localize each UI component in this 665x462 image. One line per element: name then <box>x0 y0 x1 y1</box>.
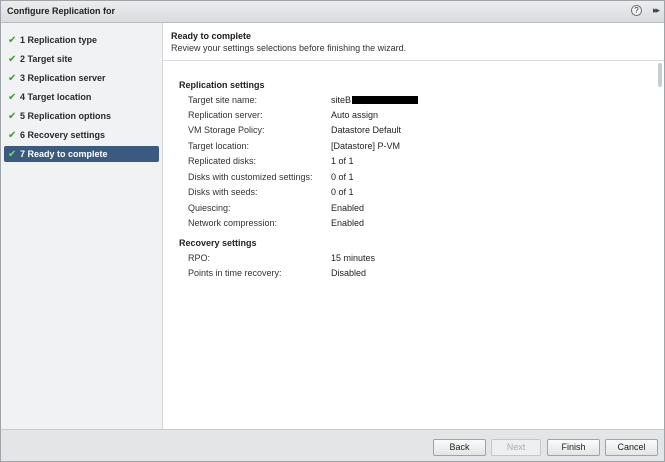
wizard-steps-sidebar: ✔ 1 Replication type ✔ 2 Target site ✔ 3 Re… <box>1 23 163 429</box>
setting-row-points-in-time: Points in time recovery: Disabled <box>188 268 488 280</box>
setting-label: Quiescing: <box>188 203 231 213</box>
setting-row-disks-with-seeds: Disks with seeds: 0 of 1 <box>188 187 488 199</box>
cancel-button[interactable]: Cancel <box>605 439 658 456</box>
setting-value: [Datastore] P-VM <box>331 141 401 151</box>
setting-label: Disks with seeds: <box>188 187 258 197</box>
back-button[interactable]: Back <box>433 439 486 456</box>
step-label: 4 Target location <box>20 92 92 102</box>
setting-label: Replication server: <box>188 110 263 120</box>
setting-value: Disabled <box>331 268 367 278</box>
step-label: 2 Target site <box>20 54 73 64</box>
setting-row-disks-customized: Disks with customized settings: 0 of 1 <box>188 172 488 184</box>
sidebar-step-target-site[interactable]: ✔ 2 Target site <box>4 51 159 67</box>
step-label: 3 Replication server <box>20 73 106 83</box>
sidebar-step-replication-type[interactable]: ✔ 1 Replication type <box>4 32 159 48</box>
setting-label: Points in time recovery: <box>188 268 282 278</box>
dialog-titlebar: Configure Replication for ? ▸▸ <box>1 1 664 23</box>
wizard-content-pane: Ready to complete Review your settings s… <box>163 23 664 429</box>
setting-value: Datastore Default <box>331 125 402 135</box>
setting-value: 0 of 1 <box>331 172 354 182</box>
redaction-bar <box>352 96 419 104</box>
setting-row-quiescing: Quiescing: Enabled <box>188 203 488 215</box>
recovery-settings-heading: Recovery settings <box>179 238 257 248</box>
step-label: 7 Ready to complete <box>20 149 108 159</box>
setting-row-network-compression: Network compression: Enabled <box>188 218 488 230</box>
help-icon[interactable]: ? <box>631 5 642 16</box>
finish-button[interactable]: Finish <box>547 439 600 456</box>
next-button[interactable]: Next <box>491 439 541 456</box>
setting-value: Enabled <box>331 218 365 228</box>
setting-row-replication-server: Replication server: Auto assign <box>188 110 488 122</box>
page-subtitle: Review your settings selections before f… <box>171 43 407 53</box>
sidebar-step-replication-options[interactable]: ✔ 5 Replication options <box>4 108 159 124</box>
checkmark-icon: ✔ <box>8 54 17 65</box>
step-label: 1 Replication type <box>20 35 98 45</box>
setting-value: siteB <box>331 95 419 105</box>
expand-icon[interactable]: ▸▸ <box>653 5 660 16</box>
replication-settings-heading: Replication settings <box>179 80 265 90</box>
setting-row-target-location: Target location: [Datastore] P-VM <box>188 141 488 153</box>
step-label: 6 Recovery settings <box>20 130 106 140</box>
content-header: Ready to complete Review your settings s… <box>163 23 664 61</box>
checkmark-icon: ✔ <box>8 130 17 141</box>
setting-label: Replicated disks: <box>188 156 257 166</box>
sidebar-step-target-location[interactable]: ✔ 4 Target location <box>4 89 159 105</box>
wizard-footer: Back Next Finish Cancel <box>1 429 664 461</box>
sidebar-step-ready-to-complete[interactable]: ✔ 7 Ready to complete <box>4 146 159 162</box>
setting-label: Network compression: <box>188 218 278 228</box>
checkmark-icon: ✔ <box>8 111 17 122</box>
page-title: Ready to complete <box>171 31 252 41</box>
setting-label: Target location: <box>188 141 250 151</box>
checkmark-icon: ✔ <box>8 92 17 103</box>
setting-value: Auto assign <box>331 110 379 120</box>
configure-replication-dialog: Configure Replication for ? ▸▸ ✔ 1 Replic… <box>0 0 665 462</box>
sidebar-step-recovery-settings[interactable]: ✔ 6 Recovery settings <box>4 127 159 143</box>
setting-row-replicated-disks: Replicated disks: 1 of 1 <box>188 156 488 168</box>
checkmark-icon: ✔ <box>8 73 17 84</box>
vertical-scrollbar[interactable] <box>658 63 662 87</box>
setting-value: Enabled <box>331 203 365 213</box>
setting-value: 0 of 1 <box>331 187 354 197</box>
checkmark-icon: ✔ <box>8 149 17 160</box>
setting-label: Target site name: <box>188 95 258 105</box>
setting-row-target-site-name: Target site name: siteB <box>188 95 488 107</box>
setting-row-rpo: RPO: 15 minutes <box>188 253 488 265</box>
dialog-title: Configure Replication for <box>7 6 115 16</box>
setting-label: RPO: <box>188 253 211 263</box>
setting-label: Disks with customized settings: <box>188 172 313 182</box>
setting-value: 15 minutes <box>331 253 376 263</box>
setting-label: VM Storage Policy: <box>188 125 265 135</box>
checkmark-icon: ✔ <box>8 35 17 46</box>
step-label: 5 Replication options <box>20 111 112 121</box>
sidebar-step-replication-server[interactable]: ✔ 3 Replication server <box>4 70 159 86</box>
site-name-text: siteB <box>331 95 352 105</box>
setting-value: 1 of 1 <box>331 156 354 166</box>
setting-row-vm-storage-policy: VM Storage Policy: Datastore Default <box>188 125 488 137</box>
